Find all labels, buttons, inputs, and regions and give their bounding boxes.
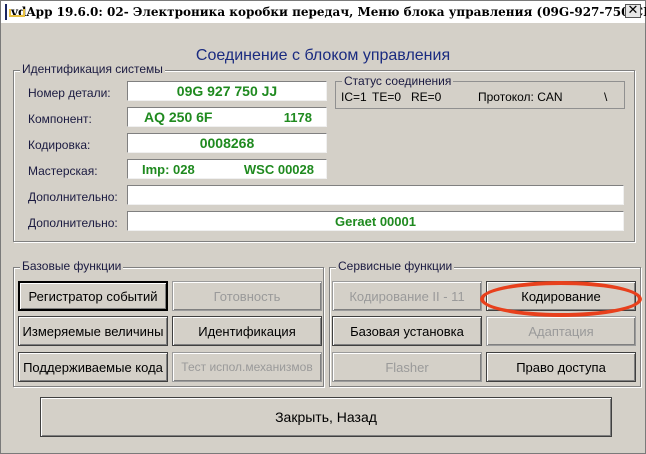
actuator-test-button[interactable]: Тест испол.механизмов	[172, 352, 322, 382]
event-recorder-button[interactable]: Регистратор событий	[18, 281, 168, 311]
title-bar: vdApp 19.6.0: 02- Электроника коробки пе…	[1, 1, 646, 23]
coding-button[interactable]: Кодирование	[486, 281, 636, 311]
component-label: Компонент:	[28, 112, 92, 126]
basic-functions-legend: Базовые функции	[20, 259, 124, 273]
client-area: Соединение с блоком управления Идентифик…	[4, 25, 642, 451]
measured-values-button[interactable]: Измеряемые величины	[18, 316, 168, 346]
coding-field: 0008268	[127, 133, 327, 153]
status-re: RE=0	[411, 90, 442, 104]
part-number-field: 09G 927 750 JJ	[127, 81, 327, 101]
component-value: AQ 250 6F	[144, 109, 213, 125]
adaptation-button[interactable]: Адаптация	[486, 316, 636, 346]
extra2-field: Geraet 00001	[127, 211, 624, 231]
component-version: 1178	[283, 109, 312, 125]
workshop-imp: Imp: 028	[142, 161, 195, 177]
identification-legend: Идентификация системы	[20, 62, 165, 76]
flasher-button[interactable]: Flasher	[332, 352, 482, 382]
extra2-label: Дополнительно:	[28, 216, 118, 230]
workshop-label: Мастерская:	[28, 164, 98, 178]
supported-codes-button[interactable]: Поддерживаемые кода	[18, 352, 168, 382]
status-ic: IC=1	[341, 90, 367, 104]
service-functions-legend: Сервисные функции	[336, 259, 455, 273]
extra1-field	[127, 185, 624, 205]
window-title: vdApp 19.6.0: 02- Электроника коробки пе…	[11, 5, 646, 19]
readiness-button[interactable]: Готовность	[172, 281, 322, 311]
component-field: AQ 250 6F 1178	[127, 107, 327, 127]
status-protocol: Протокол: CAN	[478, 90, 563, 104]
workshop-wsc: WSC 00028	[243, 161, 314, 177]
connection-status-legend: Статус соединения	[342, 74, 454, 88]
part-number-label: Номер детали:	[28, 86, 111, 100]
status-spinner: \	[604, 90, 608, 104]
workshop-field: Imp: 028 WSC 00028	[127, 159, 327, 179]
app-window: vdApp 19.6.0: 02- Электроника коробки пе…	[0, 0, 646, 454]
coding-label: Кодировка:	[28, 138, 91, 152]
basic-setting-button[interactable]: Базовая установка	[332, 316, 482, 346]
identification-button[interactable]: Идентификация	[172, 316, 322, 346]
access-rights-button[interactable]: Право доступа	[486, 352, 636, 382]
app-icon	[5, 4, 25, 20]
extra1-label: Дополнительно:	[28, 190, 118, 204]
coding-2-button[interactable]: Кодирование II - 11	[332, 281, 482, 311]
close-window-button[interactable]: ✕	[625, 4, 641, 18]
close-back-button[interactable]: Закрыть, Назад	[40, 397, 612, 437]
status-te: TE=0	[372, 90, 402, 104]
